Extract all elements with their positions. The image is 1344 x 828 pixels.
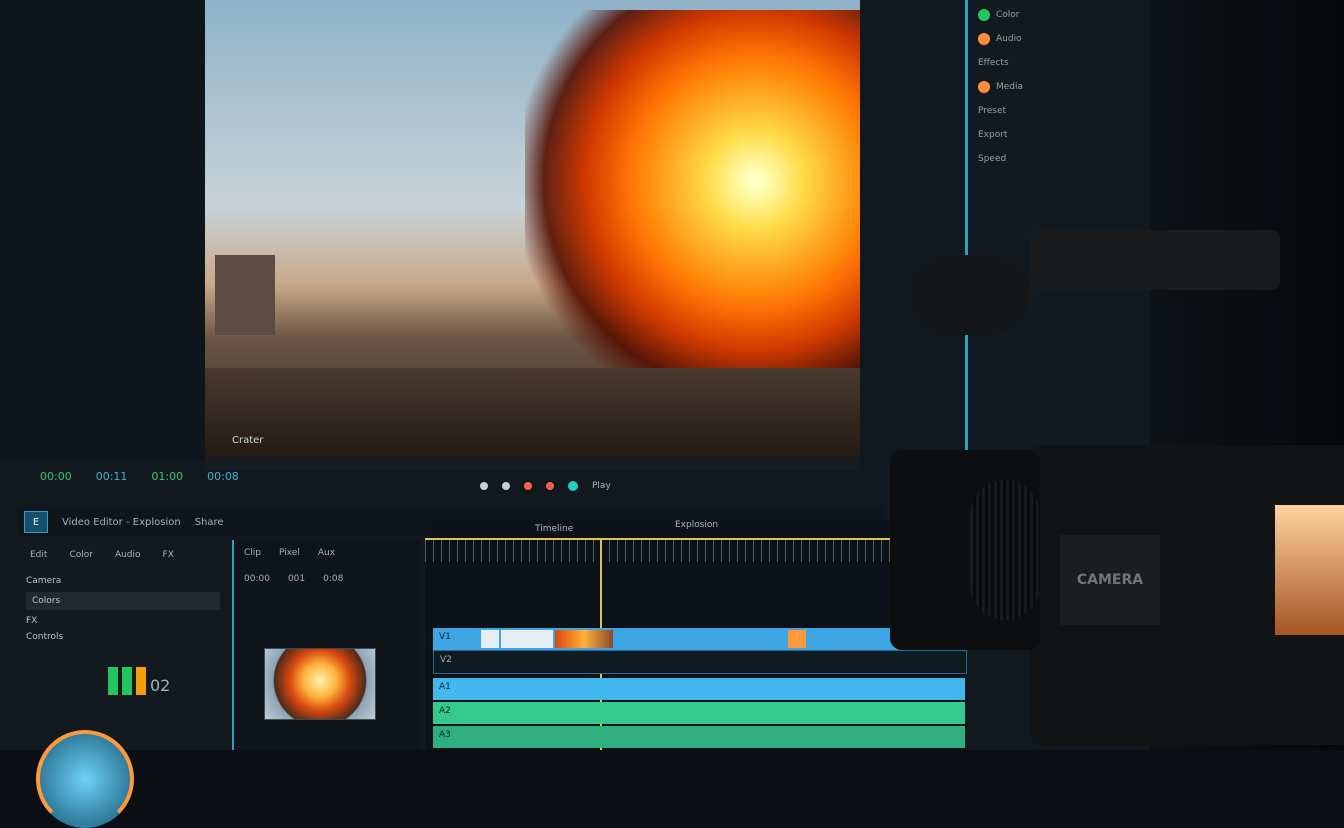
transport-controls: Play	[480, 478, 800, 494]
meter-bar	[122, 667, 132, 695]
inspector-row[interactable]: Speed	[978, 150, 1138, 168]
camera-microphone	[910, 255, 1030, 335]
inspector-row-label: Effects	[978, 58, 1009, 68]
meter-bar	[136, 667, 146, 695]
video-camera: CAMERA	[880, 200, 1344, 750]
clip-explosion[interactable]	[555, 630, 613, 648]
desert-ground	[205, 368, 860, 458]
status-dot-icon	[978, 9, 990, 21]
left-sidebar	[0, 0, 205, 460]
tab-audio[interactable]: Audio	[115, 550, 141, 560]
tab-color[interactable]: Color	[69, 550, 93, 560]
explosion-frame	[525, 10, 860, 390]
list-item-selected[interactable]: Colors	[26, 592, 220, 610]
timecode-4: 00:08	[207, 470, 239, 483]
media-value: 0:08	[323, 574, 344, 584]
camera-lcd	[1275, 505, 1344, 635]
timecode-1: 00:00	[40, 470, 72, 483]
viewer-caption: Crater	[232, 435, 264, 446]
record-icon[interactable]	[524, 482, 532, 490]
controls-panel: Edit Color Audio FX Camera Colors FX Con…	[18, 540, 228, 828]
media-value: 00:00	[244, 574, 270, 584]
inspector-row-label: Export	[978, 130, 1008, 140]
play-button[interactable]	[568, 481, 578, 491]
list-item[interactable]: Controls	[26, 632, 220, 642]
inspector-row-label: Preset	[978, 106, 1007, 116]
project-title: Video Editor - Explosion	[62, 516, 181, 528]
timecode-3: 01:00	[151, 470, 184, 483]
track-label: A3	[439, 730, 451, 740]
meter-bar	[108, 667, 118, 695]
tab-fx[interactable]: FX	[163, 550, 174, 560]
status-dot-icon	[978, 33, 990, 45]
inspector-row-label: Media	[996, 82, 1024, 92]
preview-viewer[interactable]	[205, 0, 860, 458]
camera-handle	[1030, 230, 1280, 290]
controls-tabs: Edit Color Audio FX	[18, 540, 228, 570]
inspector-row[interactable]: Audio	[978, 30, 1138, 48]
inspector-row-label: Color	[996, 10, 1020, 20]
inspector-row[interactable]: Preset	[978, 102, 1138, 120]
clip[interactable]	[501, 630, 553, 648]
lens-ring	[970, 480, 1040, 620]
camera-badge: CAMERA	[1060, 535, 1160, 625]
edit-tool-button[interactable]: E	[24, 511, 48, 533]
tab-pixel[interactable]: Pixel	[279, 548, 300, 558]
track-label: A2	[439, 706, 451, 716]
track-label: A1	[439, 682, 451, 692]
media-values: 00:00 001 0:08	[234, 566, 420, 592]
mesa-silhouette	[215, 255, 275, 335]
transport-status: Play	[592, 481, 611, 491]
media-panel: Clip Pixel Aux 00:00 001 0:08	[232, 540, 420, 750]
timecode-2: 00:11	[95, 470, 128, 483]
inspector-row[interactable]: Effects	[978, 54, 1138, 72]
inspector-row[interactable]: Media	[978, 78, 1138, 96]
tab-clip[interactable]: Clip	[244, 548, 261, 558]
timeline-title: Timeline	[535, 524, 574, 534]
stop-icon[interactable]	[546, 482, 554, 490]
viewer-scrub-strip[interactable]	[205, 458, 860, 470]
share-button[interactable]: Share	[195, 517, 224, 528]
level-value: 02	[150, 676, 171, 695]
mix-dial[interactable]	[36, 730, 134, 828]
inspector-row[interactable]: Color	[978, 6, 1138, 24]
track-label: V2	[440, 655, 452, 665]
clip[interactable]	[481, 630, 499, 648]
list-item[interactable]: Camera	[26, 576, 220, 586]
inspector-row-label: Audio	[996, 34, 1022, 44]
status-dot-icon	[978, 81, 990, 93]
inspector-row-label: Speed	[978, 154, 1007, 164]
rewind-icon[interactable]	[480, 482, 488, 490]
camera-lens	[890, 450, 1040, 650]
media-tabs: Clip Pixel Aux	[234, 540, 420, 566]
media-value: 001	[287, 574, 306, 584]
track-label: V1	[439, 632, 451, 642]
tab-edit[interactable]: Edit	[30, 550, 47, 560]
list-item[interactable]: FX	[26, 616, 220, 626]
timeline-marker: Explosion	[675, 520, 719, 530]
level-meters: 02	[108, 665, 218, 695]
inspector-row[interactable]: Export	[978, 126, 1138, 144]
tab-aux[interactable]: Aux	[318, 548, 335, 558]
timecode-readouts: 00:00 00:11 01:00 00:08	[40, 470, 239, 483]
media-thumbnail[interactable]	[264, 648, 376, 720]
clip[interactable]	[788, 630, 806, 648]
step-back-icon[interactable]	[502, 482, 510, 490]
